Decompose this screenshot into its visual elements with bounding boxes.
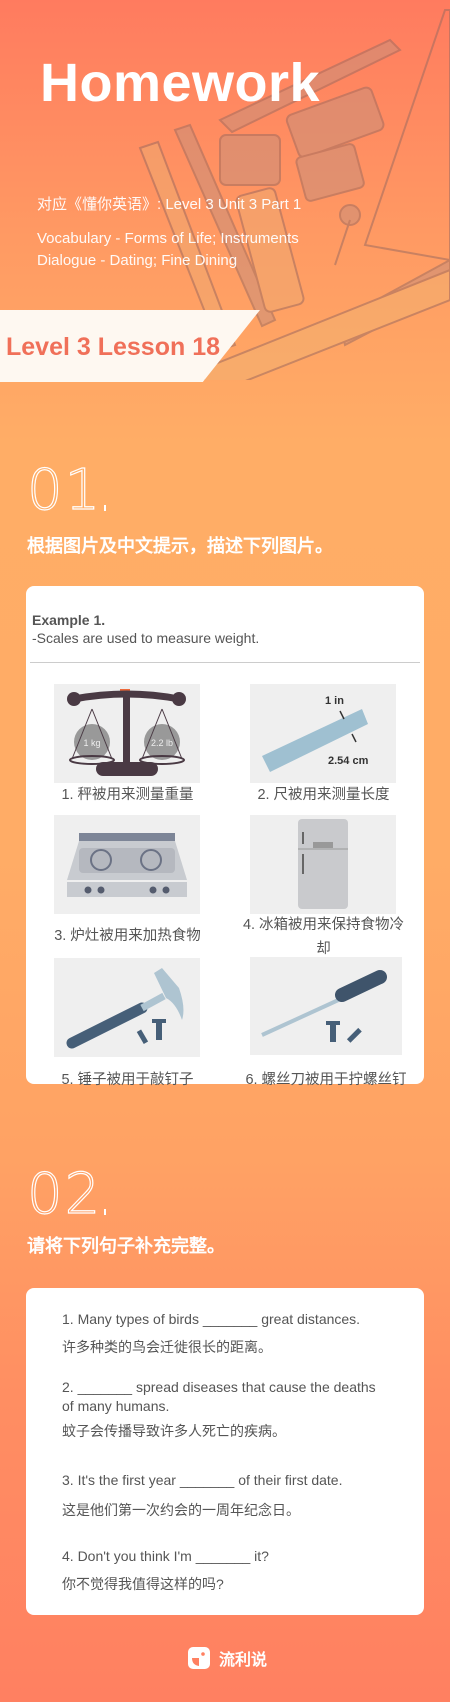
refrigerator-icon — [298, 819, 348, 909]
brand-name: 流利说 — [219, 1652, 268, 1669]
scale-icon: 1 kg 2.2 lb — [67, 689, 186, 776]
lesson-label: Level 3 Lesson 18 — [6, 333, 221, 361]
hammer-image — [54, 958, 200, 1057]
question-4-en: 4. Don't you think I'm _______ it? — [62, 1548, 269, 1564]
hammer-icon — [66, 968, 184, 1049]
caption-5: 5. 锤子被用于敲钉子 — [61, 1072, 194, 1088]
course-reference: 对应《懂你英语》: Level 3 Unit 3 Part 1 — [37, 196, 302, 213]
ruler-icon: 1 in 2.54 cm — [262, 695, 369, 772]
homework-page: Homework 对应《懂你英语》: Level 3 Unit 3 Part 1… — [0, 0, 450, 1702]
section-title-1: 根据图片及中文提示，描述下列图片。 — [27, 536, 333, 556]
caption-2: 2. 尺被用来测量长度 — [257, 787, 390, 803]
stove-icon — [67, 833, 187, 897]
question-1-cn: 许多种类的鸟会迁徙很长的距离。 — [62, 1339, 272, 1355]
scale-label-kg: 1 kg — [83, 738, 100, 748]
liulishuo-logo-icon — [188, 1647, 210, 1669]
ruler-label-cm: 2.54 cm — [328, 755, 369, 767]
question-3-cn: 这是他们第一次约会的一周年纪念日。 — [62, 1502, 300, 1518]
vocabulary-topic: Vocabulary - Forms of Life; Instruments — [37, 230, 299, 247]
question-2-cn: 蚊子会传播导致许多人死亡的疾病。 — [62, 1423, 286, 1439]
question-3-en: 3. It's the first year _______ of their … — [62, 1472, 343, 1488]
page-title: Homework — [40, 53, 321, 113]
section-number-dot — [104, 1209, 106, 1215]
question-1-en: 1. Many types of birds _______ great dis… — [62, 1311, 361, 1327]
caption-1: 1. 秤被用来测量重量 — [61, 787, 194, 803]
caption-3: 3. 炉灶被用来加热食物 — [54, 928, 201, 944]
question-2-en: 2. _______ spread diseases that cause th… — [62, 1379, 376, 1414]
example-heading: Example 1. — [32, 612, 106, 628]
screwdriver-icon — [261, 970, 387, 1043]
example-text: -Scales are used to measure weight. — [32, 630, 260, 646]
ruler-label-in: 1 in — [325, 695, 344, 707]
caption-6: 6. 螺丝刀被用于拧螺丝钉 — [245, 1072, 407, 1088]
scale-image: 1 kg 2.2 lb — [54, 684, 200, 783]
fill-in-card: 1. Many types of birds _______ great dis… — [26, 1288, 424, 1615]
section-title-2: 请将下列句子补充完整。 — [27, 1236, 225, 1256]
brand-logo: 流利说 — [187, 1646, 267, 1670]
screwdriver-image — [250, 957, 402, 1055]
section-number-01: 01 — [26, 457, 103, 523]
divider — [30, 662, 420, 663]
question-4-cn: 你不觉得我值得这样的吗? — [62, 1576, 224, 1592]
stove-image — [54, 815, 200, 914]
scale-label-lb: 2.2 lb — [151, 738, 173, 748]
caption-4: 4. 冰箱被用来保持食物冷却 — [242, 917, 405, 957]
vocabulary-card: Example 1. -Scales are used to measure w… — [26, 586, 424, 1088]
ruler-image: 1 in 2.54 cm — [250, 684, 396, 783]
section-number-dot — [104, 505, 106, 511]
refrigerator-image — [250, 815, 396, 914]
dialogue-topic: Dialogue - Dating; Fine Dining — [37, 252, 238, 269]
section-number-02: 02 — [26, 1161, 103, 1227]
